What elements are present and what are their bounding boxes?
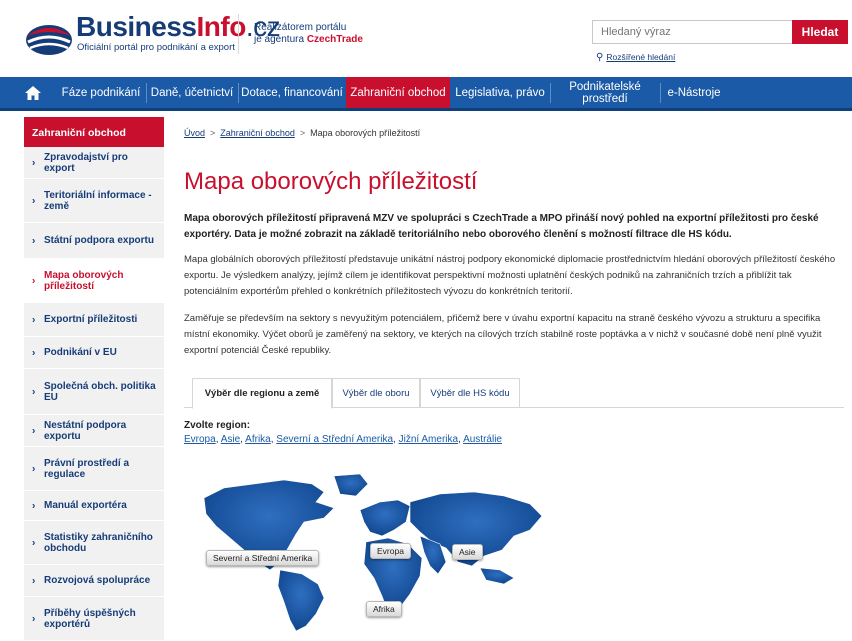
chevron-right-icon: ›	[32, 347, 36, 358]
sidebar-heading[interactable]: Zahraniční obchod	[24, 117, 164, 147]
sidebar-item-spolecna-politika[interactable]: › Společná obch. politika EU	[24, 369, 164, 415]
breadcrumb-home[interactable]: Úvod	[184, 128, 205, 138]
breadcrumb-section[interactable]: Zahraniční obchod	[220, 128, 295, 138]
site-header: BusinessInfo.cz Oficiální portál pro pod…	[0, 0, 852, 76]
region-link-jizni-amerika[interactable]: Jižní Amerika	[399, 434, 458, 445]
sidebar-item-pravni-prostredi[interactable]: › Právní prostředí a regulace	[24, 447, 164, 491]
tab-region[interactable]: Výběr dle regionu a země	[192, 378, 332, 409]
sidebar-item-statni-podpora[interactable]: › Státní podpora exportu	[24, 223, 164, 259]
logo-title[interactable]: BusinessInfo.cz	[76, 13, 281, 41]
sidebar-item-statistiky[interactable]: › Statistiky zahraničního obchodu	[24, 521, 164, 565]
map-label-europe[interactable]: Evropa	[370, 543, 411, 559]
sidebar-item-manual[interactable]: › Manuál exportéra	[24, 491, 164, 521]
region-link-australie[interactable]: Austrálie	[463, 434, 502, 445]
advanced-search-link[interactable]: Rozšířené hledání	[606, 52, 675, 62]
tab-obor[interactable]: Výběr dle oboru	[332, 378, 420, 408]
sidebar-item-exportni-prilezitosti[interactable]: › Exportní příležitosti	[24, 303, 164, 337]
nav-zahranicni-obchod[interactable]: Zahraniční obchod	[346, 77, 450, 108]
map-region-se-asia[interactable]	[479, 567, 515, 585]
sidebar-item-zpravodajstvi[interactable]: › Zpravodajství pro export	[24, 147, 164, 179]
chevron-right-icon: ›	[32, 195, 36, 206]
map-region-south-america[interactable]	[277, 569, 325, 631]
tab-hs-kod[interactable]: Výběr dle HS kódu	[420, 378, 520, 408]
header-divider	[238, 14, 239, 54]
focus-paragraph: Zaměřuje se především na sektory s nevyu…	[184, 313, 822, 356]
nav-faze-podnikani[interactable]: Fáze podnikání	[58, 77, 144, 108]
map-label-north-america[interactable]: Severní a Střední Amerika	[206, 550, 320, 566]
chevron-right-icon: ›	[32, 235, 36, 246]
region-link-evropa[interactable]: Evropa	[184, 434, 216, 445]
search-icon: ⚲	[596, 52, 604, 63]
map-region-greenland[interactable]	[333, 473, 369, 497]
businessinfo-logo-icon[interactable]	[24, 18, 74, 58]
chevron-right-icon: ›	[32, 386, 36, 397]
chevron-right-icon: ›	[32, 314, 36, 325]
home-icon[interactable]	[24, 84, 42, 102]
chevron-right-icon: ›	[32, 275, 36, 286]
sidebar-item-teritorialni[interactable]: › Teritoriální informace - země	[24, 179, 164, 223]
map-label-asia[interactable]: Asie	[452, 544, 483, 560]
chevron-right-icon: ›	[32, 575, 36, 586]
sidebar-item-podnikani-eu[interactable]: › Podnikání v EU	[24, 337, 164, 369]
map-label-africa[interactable]: Afrika	[366, 601, 402, 617]
nav-legislativa-pravo[interactable]: Legislativa, právo	[452, 77, 548, 108]
search-button[interactable]: Hledat	[792, 20, 848, 44]
selection-tabs: Výběr dle regionu a země Výběr dle oboru…	[184, 378, 844, 409]
map-region-europe[interactable]	[359, 499, 411, 537]
chevron-right-icon: ›	[32, 537, 36, 548]
nav-separator	[146, 83, 147, 103]
czechtrade-link[interactable]: CzechTrade	[307, 34, 363, 45]
region-link-severni-amerika[interactable]: Severní a Střední Amerika	[276, 434, 393, 445]
world-map: Severní a Střední Amerika Evropa Asie Af…	[184, 470, 544, 631]
lead-paragraph: Mapa oborových příležitostí připravená M…	[184, 213, 819, 240]
nav-separator	[550, 83, 551, 103]
realizator-text: Realizátorem portálu je agentura CzechTr…	[254, 22, 363, 45]
page-title: Mapa oborových příležitostí	[184, 168, 478, 195]
search-input[interactable]	[592, 20, 792, 44]
sidebar: Zahraniční obchod › Zpravodajství pro exp…	[24, 117, 164, 641]
chevron-right-icon: ›	[32, 500, 36, 511]
breadcrumb: Úvod > Zahraniční obchod > Mapa oborových př…	[184, 128, 421, 138]
main-nav: Fáze podnikání Daně, účetnictví Dotace, …	[0, 77, 852, 111]
advanced-search: ⚲ Rozšířené hledání	[596, 52, 675, 63]
breadcrumb-current: Mapa oborových příležitostí	[310, 128, 421, 138]
nav-podnikatelske-prostredi[interactable]: Podnikatelské prostředí	[552, 77, 658, 108]
chevron-right-icon: ›	[32, 463, 36, 474]
region-link-asie[interactable]: Asie	[221, 434, 240, 445]
region-label: Zvolte region:	[184, 420, 251, 431]
chevron-right-icon: ›	[32, 425, 36, 436]
logo-subtitle: Oficiální portál pro podnikání a export	[77, 42, 235, 53]
nav-dane-ucetnictvi[interactable]: Daně, účetnictví	[148, 77, 236, 108]
nav-separator	[660, 83, 661, 103]
region-links: Evropa, Asie, Afrika, Severní a Střední …	[184, 434, 502, 445]
sidebar-item-nestatni-podpora[interactable]: › Nestátní podpora exportu	[24, 415, 164, 447]
sidebar-item-rozvojova-spoluprace[interactable]: › Rozvojová spolupráce	[24, 565, 164, 597]
nav-separator	[238, 83, 239, 103]
sidebar-item-mapa[interactable]: › Mapa oborových příležitostí	[24, 259, 164, 303]
chevron-right-icon: ›	[32, 157, 36, 168]
nav-dotace-financovani[interactable]: Dotace, financování	[240, 77, 344, 108]
chevron-right-icon: ›	[32, 613, 36, 624]
sidebar-item-pribehy[interactable]: › Příběhy úspěšných exportérů	[24, 597, 164, 641]
intro-paragraph: Mapa globálních oborových příležitostí p…	[184, 254, 836, 297]
region-link-afrika[interactable]: Afrika	[245, 434, 271, 445]
nav-e-nastroje[interactable]: e-Nástroje	[662, 77, 726, 108]
